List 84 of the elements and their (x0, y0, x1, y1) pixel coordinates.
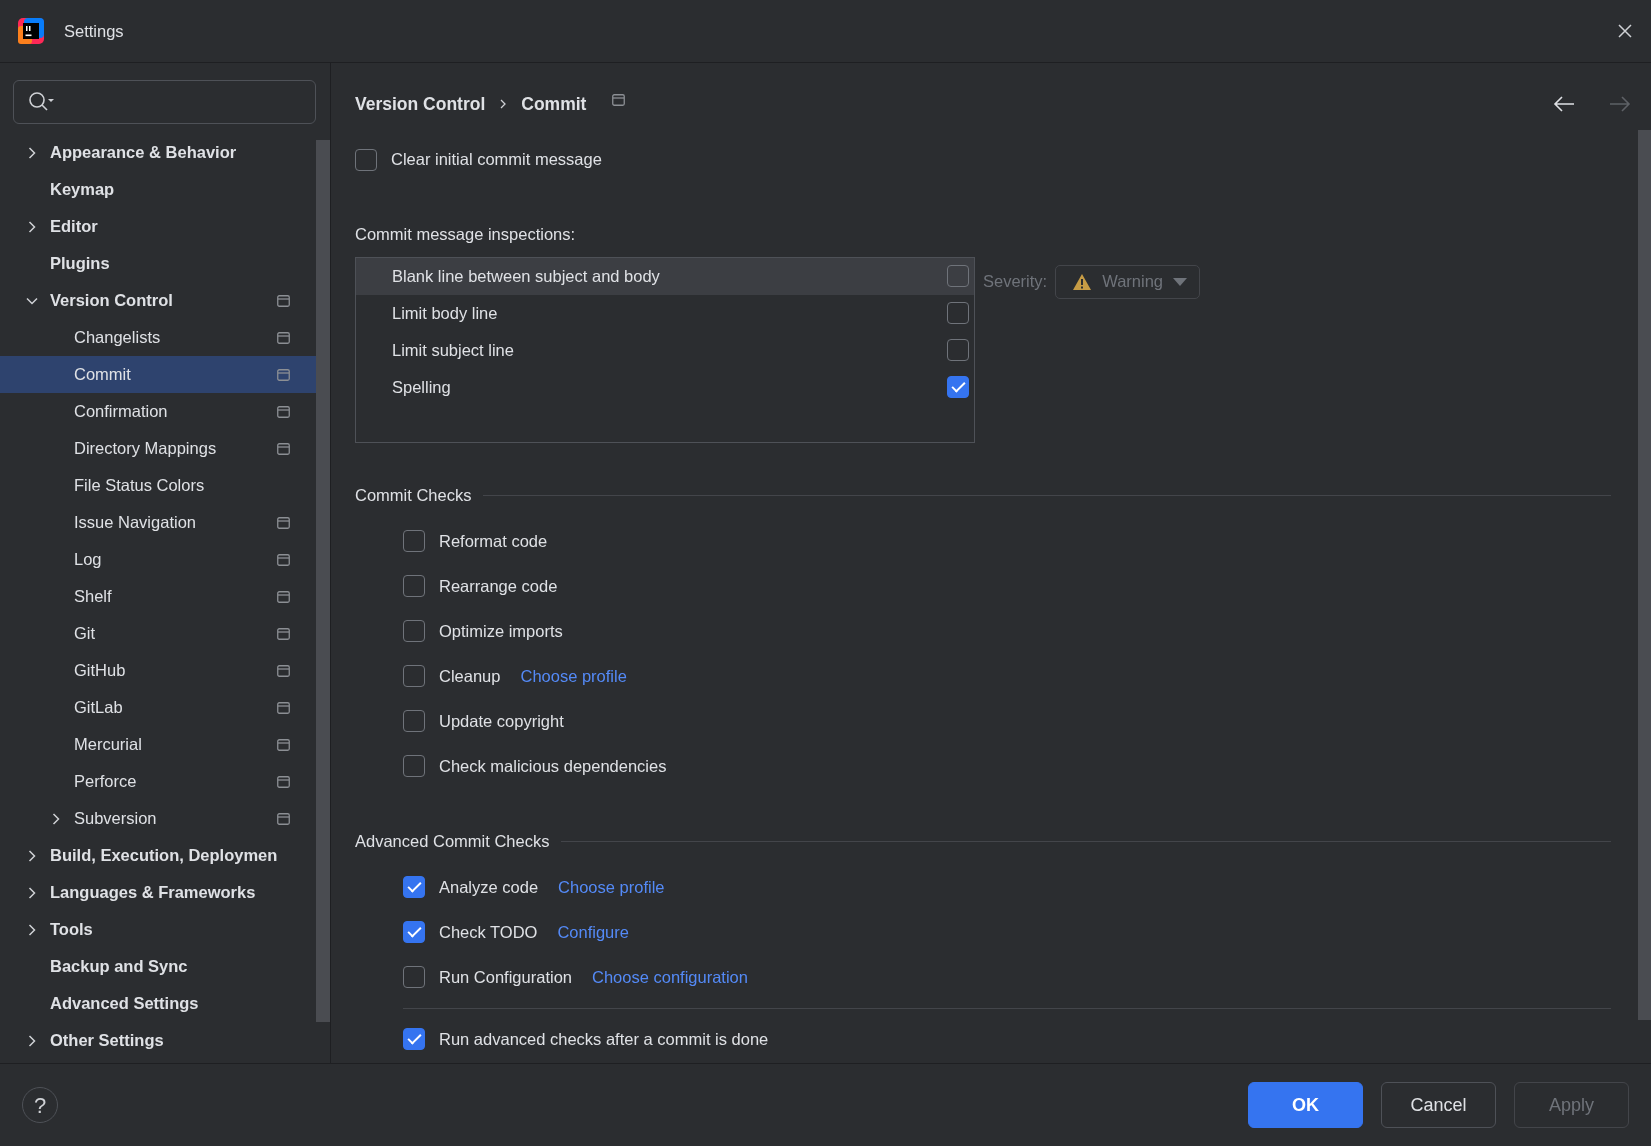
dialog-button[interactable]: Cancel (1381, 1082, 1496, 1128)
link[interactable]: Choose profile (558, 874, 665, 900)
search-icon (28, 91, 56, 113)
list-item-label: Blank line between subject and body (392, 265, 660, 287)
back-arrow-icon[interactable] (1553, 96, 1575, 112)
list-item[interactable]: Blank line between subject and body (356, 257, 974, 295)
checkbox-label[interactable]: Rearrange code (439, 573, 558, 599)
checkbox[interactable] (355, 148, 377, 171)
link[interactable]: Choose profile (520, 663, 627, 689)
list-item-label: Spelling (392, 376, 451, 398)
checkbox[interactable] (403, 966, 425, 989)
tree-item[interactable]: Subversion (0, 800, 316, 837)
checkbox[interactable] (947, 302, 969, 325)
tree-item[interactable]: Issue Navigation (0, 504, 316, 541)
tree-item[interactable]: Other Settings (0, 1022, 316, 1059)
severity-label: Severity: (983, 271, 1048, 293)
scrollbar[interactable] (1638, 130, 1651, 1020)
checkbox[interactable] (403, 575, 425, 598)
tree-item[interactable]: GitHub (0, 652, 316, 689)
tree-item[interactable]: Changelists (0, 319, 316, 356)
checkbox[interactable] (403, 710, 425, 733)
tree-item[interactable]: GitLab (0, 689, 316, 726)
tree-item[interactable]: Tools (0, 911, 316, 948)
dialog-button[interactable]: OK (1248, 1082, 1363, 1128)
tree-item[interactable]: Backup and Sync (0, 948, 316, 985)
tree-item[interactable]: Plugins (0, 245, 316, 282)
scrollbar[interactable] (316, 140, 330, 1022)
dropdown-arrow-icon (1173, 277, 1187, 286)
link[interactable]: Choose configuration (592, 964, 748, 990)
checkbox-label[interactable]: Clear initial commit message (391, 147, 602, 172)
breadcrumb-item[interactable]: Version Control (355, 90, 486, 118)
checkbox-label[interactable]: Run Configuration (439, 964, 572, 990)
window-title: Settings (64, 20, 124, 42)
checkbox-label[interactable]: Reformat code (439, 528, 548, 554)
tree-item[interactable]: Version Control (0, 282, 316, 319)
tree-item[interactable]: Keymap (0, 171, 316, 208)
breadcrumb-chevron-icon (499, 99, 508, 109)
breadcrumb-item[interactable]: Commit (521, 90, 587, 118)
tree-item[interactable]: Appearance & Behavior (0, 134, 316, 171)
section-title: Advanced Commit Checks (355, 831, 550, 853)
forward-arrow-icon[interactable] (1609, 96, 1631, 112)
warning-icon (1072, 272, 1093, 291)
tree-item[interactable]: Build, Execution, Deploymen (0, 837, 316, 874)
tree-item[interactable]: Commit (0, 356, 316, 393)
tree-item[interactable]: Log (0, 541, 316, 578)
tree-item[interactable]: File Status Colors (0, 467, 316, 504)
checkbox-label[interactable]: Check TODO (439, 919, 538, 945)
list-item[interactable]: Limit subject line (356, 331, 974, 369)
checkbox[interactable] (403, 665, 425, 688)
checkbox[interactable] (947, 376, 969, 399)
checkbox[interactable] (947, 265, 969, 288)
search-field[interactable] (13, 80, 316, 124)
checkbox[interactable] (403, 1028, 425, 1051)
checkbox[interactable] (403, 620, 425, 643)
project-level-icon (612, 94, 626, 106)
checkbox[interactable] (403, 755, 425, 778)
checkbox-label[interactable]: Run advanced checks after a commit is done (439, 1026, 769, 1052)
tree-item[interactable]: Shelf (0, 578, 316, 615)
tree-item[interactable]: Languages & Frameworks (0, 874, 316, 911)
tree-item[interactable]: Perforce (0, 763, 316, 800)
tree-item[interactable]: Directory Mappings (0, 430, 316, 467)
checkbox-label[interactable]: Cleanup (439, 663, 501, 689)
list-item-label: Limit body line (392, 302, 498, 324)
list-item[interactable]: Spelling (356, 368, 974, 406)
section-label: Commit message inspections: (355, 224, 577, 245)
list-item[interactable]: Limit body line (356, 294, 974, 332)
checkbox-label[interactable]: Update copyright (439, 708, 564, 734)
checkbox[interactable] (403, 876, 425, 899)
checkbox[interactable] (947, 339, 969, 362)
tree-item[interactable]: Editor (0, 208, 316, 245)
checkbox-label[interactable]: Analyze code (439, 874, 539, 900)
checkbox[interactable] (403, 530, 425, 553)
link[interactable]: Configure (557, 919, 629, 945)
tree-item[interactable]: Confirmation (0, 393, 316, 430)
tree-item[interactable]: Advanced Settings (0, 985, 316, 1022)
close-icon[interactable] (1617, 23, 1633, 39)
checkbox-label[interactable]: Check malicious dependencies (439, 753, 667, 779)
tree-item[interactable]: Git (0, 615, 316, 652)
checkbox[interactable] (403, 921, 425, 944)
section-title: Commit Checks (355, 485, 472, 507)
app-logo-icon (18, 18, 44, 44)
tree-item[interactable]: Mercurial (0, 726, 316, 763)
checkbox-label[interactable]: Optimize imports (439, 618, 563, 644)
list-item-label: Limit subject line (392, 339, 514, 361)
